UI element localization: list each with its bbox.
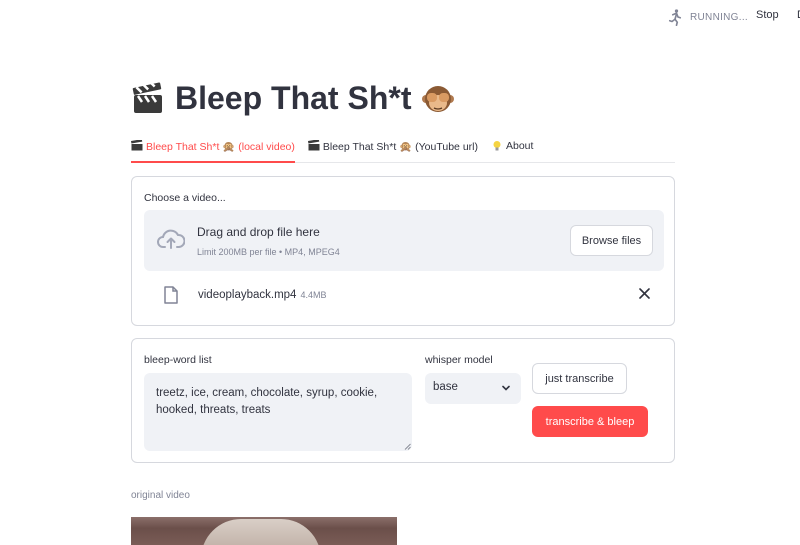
clapper-board-icon xyxy=(307,140,320,151)
tab-label: Bleep That Sh*t 🙊 (YouTube url) xyxy=(322,141,478,153)
original-video-player[interactable] xyxy=(131,517,397,545)
drop-zone[interactable]: Drag and drop file here Limit 200MB per … xyxy=(144,210,664,271)
cloud-upload-icon xyxy=(157,229,185,249)
chevron-down-icon xyxy=(502,385,510,391)
tab-local-video[interactable]: Bleep That Sh*t 🙊 (local video) xyxy=(131,138,295,163)
whisper-model-label: whisper model xyxy=(425,354,493,366)
uploader-label: Choose a video... xyxy=(144,192,226,204)
tab-label: About xyxy=(505,140,534,152)
clapper-board-icon xyxy=(131,140,143,151)
file-size: 4.4MB xyxy=(300,290,327,300)
tab-label: Bleep That Sh*t 🙊 (local video) xyxy=(146,141,295,153)
resize-grip-icon[interactable] xyxy=(404,443,411,450)
top-status-bar: RUNNING... Stop D xyxy=(0,0,800,34)
tab-youtube-url[interactable]: Bleep That Sh*t 🙊 (YouTube url) xyxy=(307,138,478,163)
stop-button[interactable]: Stop xyxy=(756,9,779,21)
remove-file-button[interactable] xyxy=(639,287,650,303)
tab-bar: Bleep That Sh*t 🙊 (local video) Bleep Th… xyxy=(131,138,675,163)
bleep-form-card: bleep-word list treetz, ice, cream, choc… xyxy=(131,338,675,463)
see-no-evil-monkey-icon xyxy=(422,85,455,112)
page-title: Bleep That Sh*t xyxy=(131,80,455,117)
drop-zone-limits: Limit 200MB per file • MP4, MPEG4 xyxy=(197,247,340,257)
bleep-word-list-input[interactable]: treetz, ice, cream, chocolate, syrup, co… xyxy=(144,373,412,451)
running-indicator: RUNNING... xyxy=(666,8,748,26)
just-transcribe-button[interactable]: just transcribe xyxy=(532,363,627,394)
file-icon xyxy=(164,286,178,304)
browse-files-button[interactable]: Browse files xyxy=(570,225,653,256)
video-frame xyxy=(201,519,321,545)
light-bulb-icon xyxy=(493,141,501,151)
clapper-board-icon xyxy=(132,81,162,113)
drop-zone-title: Drag and drop file here xyxy=(197,225,320,239)
transcribe-and-bleep-button[interactable]: transcribe & bleep xyxy=(532,406,648,437)
close-icon xyxy=(639,288,650,299)
whisper-model-select[interactable]: base xyxy=(425,373,521,404)
page-title-text: Bleep That Sh*t xyxy=(175,80,412,116)
whisper-model-value: base xyxy=(433,381,458,393)
running-person-icon xyxy=(668,9,682,26)
uploaded-file-row: videoplayback.mp4 4.4MB xyxy=(144,282,664,312)
tab-about[interactable]: About xyxy=(491,138,533,163)
file-uploader-card: Choose a video... Drag and drop file her… xyxy=(131,176,675,326)
file-name: videoplayback.mp4 4.4MB xyxy=(198,289,326,301)
bleep-word-list-label: bleep-word list xyxy=(144,354,212,366)
original-video-label: original video xyxy=(131,490,190,501)
running-label: RUNNING... xyxy=(690,11,748,23)
file-name-text: videoplayback.mp4 xyxy=(198,289,297,301)
